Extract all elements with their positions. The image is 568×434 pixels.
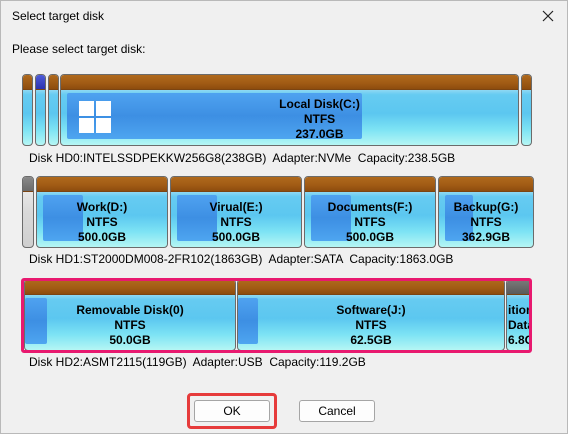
disk-hd2-info: Disk HD2:ASMT2115(119GB) Adapter:USB Cap… — [29, 355, 366, 369]
close-button[interactable] — [537, 5, 559, 27]
dialog-title: Select target disk — [12, 9, 105, 23]
disk0-small-partition-3[interactable] — [48, 74, 59, 146]
disk0-small-partition-4[interactable] — [521, 74, 532, 146]
partition-label: Local Disk(C:) NTFS 237.0GB — [279, 97, 360, 141]
partition-label: Backup(G:) NTFS 362.9GB — [453, 200, 519, 244]
partition-virual-e[interactable]: Virual(E:) NTFS 500.0GB — [170, 176, 302, 248]
disk-hd0-info: Disk HD0:INTELSSDPEKKW256G8(238GB) Adapt… — [29, 151, 456, 165]
ok-button[interactable]: OK — [194, 400, 270, 422]
disk-hd0-map[interactable]: Local Disk(C:) NTFS 237.0GB — [22, 74, 534, 146]
selected-disk-highlight — [21, 278, 532, 353]
partition-label: Work(D:) NTFS 500.0GB — [76, 200, 128, 244]
close-icon — [542, 10, 554, 22]
partition-label: Documents(F:) NTFS 500.0GB — [327, 200, 413, 244]
disk-hd1-map[interactable]: Work(D:) NTFS 500.0GB Virual(E:) NTFS 50… — [22, 176, 534, 248]
partition-documents-f[interactable]: Documents(F:) NTFS 500.0GB — [304, 176, 436, 248]
title-bar: Select target disk — [1, 1, 567, 31]
cancel-button[interactable]: Cancel — [299, 400, 375, 422]
disk1-small-partition[interactable] — [22, 176, 34, 248]
partition-backup-g[interactable]: Backup(G:) NTFS 362.9GB — [438, 176, 534, 248]
disk0-small-partition-2[interactable] — [35, 74, 46, 146]
disk-hd1-info: Disk HD1:ST2000DM008-2FR102(1863GB) Adap… — [29, 252, 454, 266]
disk0-small-partition-1[interactable] — [22, 74, 33, 146]
select-target-disk-dialog: Select target disk Please select target … — [0, 0, 568, 434]
prompt-label: Please select target disk: — [12, 42, 146, 56]
partition-label: Virual(E:) NTFS 500.0GB — [209, 200, 263, 244]
partition-work-d[interactable]: Work(D:) NTFS 500.0GB — [36, 176, 168, 248]
partition-local-disk-c[interactable]: Local Disk(C:) NTFS 237.0GB — [60, 74, 519, 146]
